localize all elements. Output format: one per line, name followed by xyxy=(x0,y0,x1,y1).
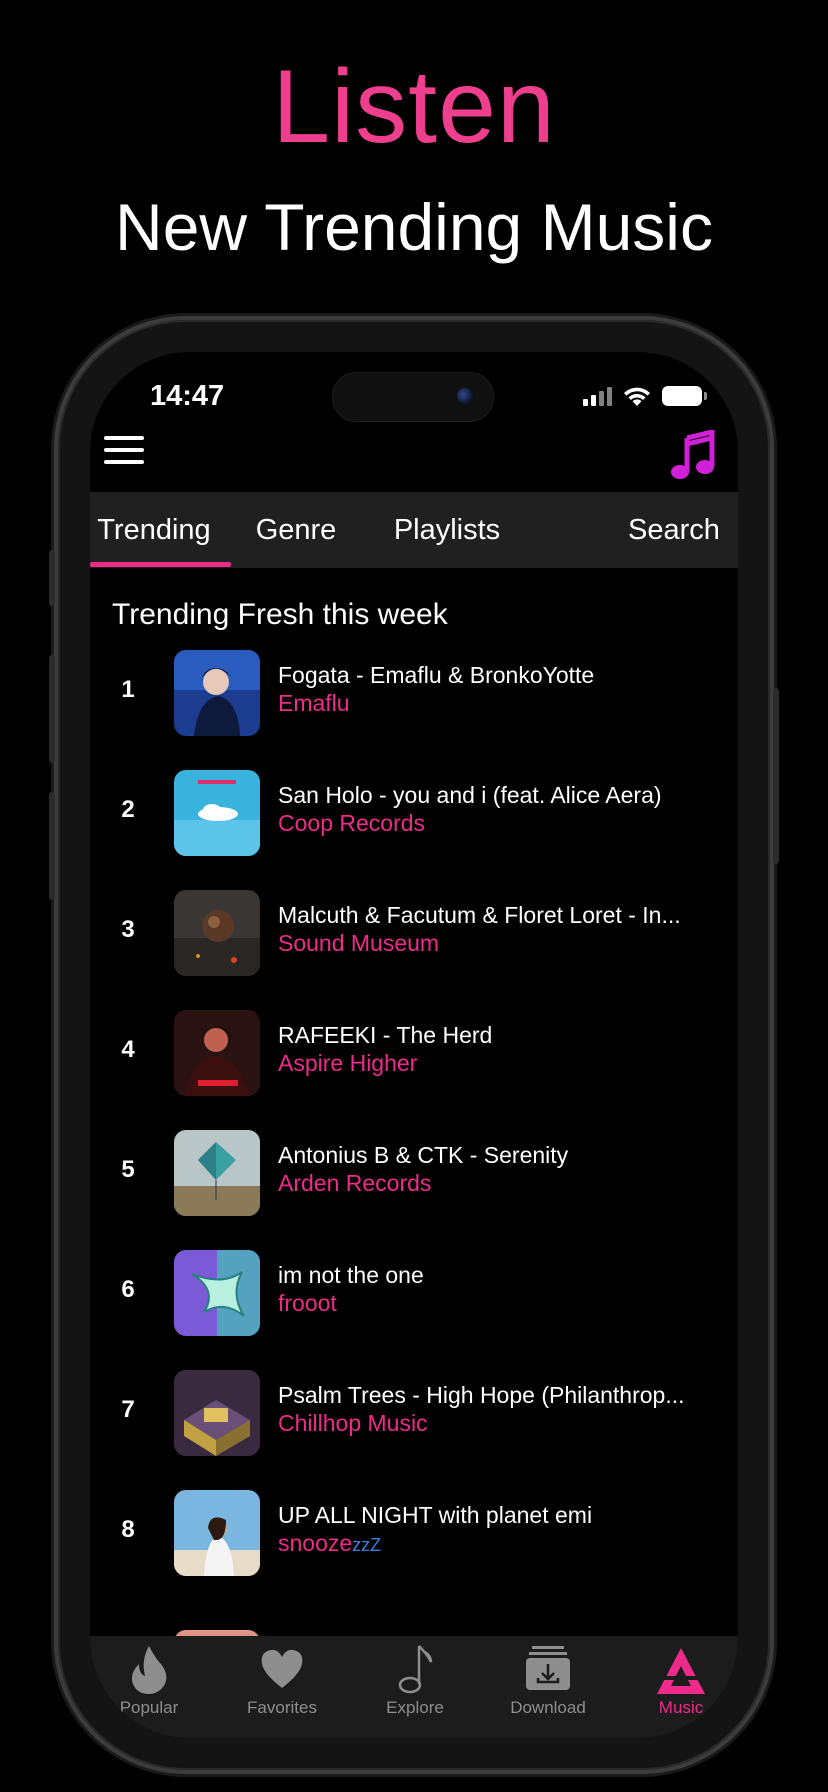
track-title: RAFEEKI - The Herd xyxy=(278,1022,493,1048)
album-art xyxy=(174,1370,260,1456)
cellular-signal-icon xyxy=(583,386,612,406)
nav-download[interactable]: Download xyxy=(483,1636,613,1738)
promo-title: Listen xyxy=(272,49,556,165)
album-art xyxy=(174,650,260,736)
nav-popular[interactable]: Popular xyxy=(90,1636,214,1738)
nav-music[interactable]: Music xyxy=(616,1636,738,1738)
volume-down-button xyxy=(49,792,55,900)
camera-icon xyxy=(457,388,473,404)
active-tab-indicator xyxy=(90,562,231,567)
track-rank: 4 xyxy=(121,1036,135,1063)
track-title: Malcuth & Facutum & Floret Loret - In... xyxy=(278,902,681,928)
nav-label: Explore xyxy=(386,1698,444,1717)
track-rank: 5 xyxy=(121,1156,135,1183)
track-artist[interactable]: snoozezzZ xyxy=(278,1530,718,1557)
track-row[interactable]: 1 Fogata - Emaflu & BronkoYotte Emaflu xyxy=(90,650,738,738)
track-artist[interactable]: Arden Records xyxy=(278,1170,718,1197)
power-button xyxy=(773,688,779,864)
album-art xyxy=(174,890,260,976)
bottom-nav: Popular Favorites Explore Download Music xyxy=(90,1636,738,1738)
hamburger-menu-icon[interactable] xyxy=(104,436,144,468)
track-title: San Holo - you and i (feat. Alice Aera) xyxy=(278,782,662,808)
track-artist[interactable]: Emaflu xyxy=(278,690,718,717)
track-row[interactable]: 6 im not the one frooot xyxy=(90,1250,738,1338)
track-row[interactable]: 5 Antonius B & CTK - Serenity Arden Reco… xyxy=(90,1130,738,1218)
track-title: Fogata - Emaflu & BronkoYotte xyxy=(278,662,595,688)
music-note-icon xyxy=(398,1645,433,1694)
section-title: Trending Fresh this week xyxy=(112,598,448,631)
track-title: UP ALL NIGHT with planet emi xyxy=(278,1502,593,1528)
track-rank: 3 xyxy=(121,916,135,943)
nav-label: Download xyxy=(510,1698,586,1717)
tab-genre[interactable]: Genre xyxy=(240,492,352,568)
track-artist[interactable]: Coop Records xyxy=(278,810,718,837)
volume-up-button xyxy=(49,655,55,763)
status-icons xyxy=(583,384,707,408)
tab-trending[interactable]: Trending xyxy=(90,492,218,568)
nav-favorites[interactable]: Favorites xyxy=(217,1636,347,1738)
album-art xyxy=(174,1010,260,1096)
tab-playlists[interactable]: Playlists xyxy=(382,492,512,568)
track-row[interactable]: 2 San Holo - you and i (feat. Alice Aera… xyxy=(90,770,738,858)
track-rank: 8 xyxy=(121,1516,135,1543)
status-time: 14:47 xyxy=(150,380,225,412)
nav-label: Favorites xyxy=(247,1698,317,1717)
track-artist[interactable]: Chillhop Music xyxy=(278,1410,718,1437)
dynamic-island xyxy=(332,372,494,422)
track-rank: 7 xyxy=(121,1396,135,1423)
music-note-icon[interactable] xyxy=(670,430,718,480)
track-row[interactable]: 3 Malcuth & Facutum & Floret Loret - In.… xyxy=(90,890,738,978)
track-artist[interactable]: frooot xyxy=(278,1290,718,1317)
action-button xyxy=(49,550,55,606)
track-artist[interactable]: Aspire Higher xyxy=(278,1050,718,1077)
track-title: Psalm Trees - High Hope (Philanthrop... xyxy=(278,1382,685,1408)
track-artist[interactable]: Sound Museum xyxy=(278,930,718,957)
nav-explore[interactable]: Explore xyxy=(350,1636,480,1738)
track-title: im not the one xyxy=(278,1262,424,1288)
nav-label: Popular xyxy=(119,1698,179,1717)
heart-icon xyxy=(261,1649,303,1688)
album-art xyxy=(174,770,260,856)
nav-label: Music xyxy=(658,1698,704,1717)
promo-subtitle: New Trending Music xyxy=(115,190,713,264)
tab-search[interactable]: Search xyxy=(610,492,738,568)
wifi-icon xyxy=(624,387,650,406)
music-logo-icon xyxy=(657,1648,705,1694)
phone-frame: 14:47 Trending Genre Playlists Search Tr… xyxy=(49,320,779,1770)
download-tray-icon xyxy=(526,1646,570,1690)
track-row[interactable]: 7 Psalm Trees - High Hope (Philanthrop..… xyxy=(90,1370,738,1458)
track-row[interactable]: 4 RAFEEKI - The Herd Aspire Higher xyxy=(90,1010,738,1098)
top-tab-bar: Trending Genre Playlists Search xyxy=(90,492,738,568)
track-artist-name: snooze xyxy=(278,1530,353,1556)
track-rank: 2 xyxy=(121,796,135,823)
album-art xyxy=(174,1130,260,1216)
album-art xyxy=(174,1490,260,1576)
zzz-emoji: zzZ xyxy=(352,1535,382,1555)
track-title: Antonius B & CTK - Serenity xyxy=(278,1142,569,1168)
battery-icon xyxy=(662,386,707,406)
track-rank: 6 xyxy=(121,1276,135,1303)
track-rank: 1 xyxy=(121,676,135,703)
album-art xyxy=(174,1250,260,1336)
app-screen: 14:47 Trending Genre Playlists Search Tr… xyxy=(90,352,738,1738)
track-row[interactable]: 8 UP ALL NIGHT with planet emi snoozezzZ xyxy=(90,1490,738,1578)
flame-icon xyxy=(131,1646,167,1694)
